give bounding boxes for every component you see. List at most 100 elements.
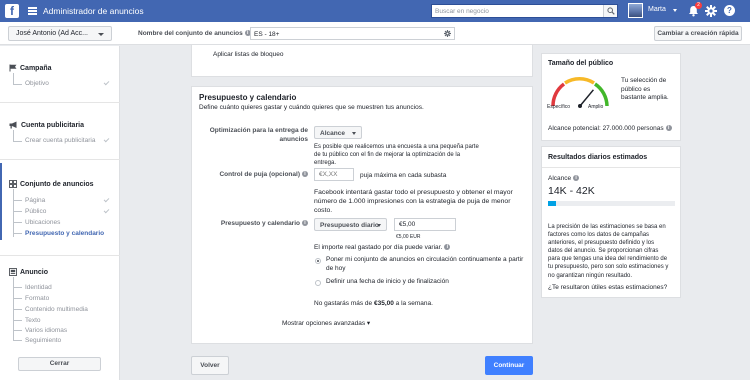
advanced-options-link[interactable]: Mostrar opciones avanzadas ▾ <box>282 320 370 329</box>
gauge-specific-label: Específico <box>547 104 571 110</box>
avatar[interactable] <box>628 3 643 18</box>
schedule-dates-label[interactable]: Definir una fecha de inicio y de finaliz… <box>326 278 449 287</box>
sidebar-item-objective[interactable]: Objetivo <box>25 80 49 87</box>
bid-help: Facebook intentará gastar todo el presup… <box>314 188 513 215</box>
sidebar: Campaña Objetivo Cuenta publicitaria Cre… <box>0 46 120 380</box>
reach-bar-fill <box>548 201 556 206</box>
info-icon[interactable]: i <box>665 125 672 132</box>
tree-branch <box>13 287 22 288</box>
estimates-reach-label-text: Alcance <box>548 175 572 182</box>
quick-creation-button[interactable]: Cambiar a creación rápida <box>654 26 742 41</box>
sidebar-item-format[interactable]: Formato <box>25 295 49 302</box>
estimates-reach-range: 14K - 42K <box>548 185 595 197</box>
estimates-reach-label: Alcance i <box>548 175 580 184</box>
sidebar-section-campaign: Campaña Objetivo <box>0 46 120 103</box>
real-spend-note-text: El importe real gastado por día puede va… <box>314 244 443 251</box>
optimization-dropdown[interactable]: Alcance <box>314 126 362 139</box>
chevron-down-icon <box>377 224 381 227</box>
sidebar-section-adset: Conjunto de anuncios Página Público Ubic… <box>0 160 120 256</box>
disclaimer-line: anteriores, el presupuesto definido y lo… <box>548 240 655 247</box>
optimization-label: Optimización para la entrega de anuncios <box>192 127 308 144</box>
sidebar-item-page[interactable]: Página <box>25 197 45 204</box>
gauge-hub <box>578 104 582 108</box>
tree-branch <box>13 200 22 201</box>
check-icon <box>103 196 110 203</box>
check-icon <box>103 79 110 86</box>
optimization-label-line: anuncios <box>279 135 308 143</box>
chevron-down-icon <box>352 132 356 135</box>
facebook-logo-icon[interactable]: f <box>5 4 19 18</box>
chevron-down-icon[interactable] <box>673 9 677 12</box>
tree-branch <box>13 309 22 310</box>
bid-input[interactable] <box>314 168 354 181</box>
continue-button[interactable]: Continuar <box>485 356 533 375</box>
tree-branch <box>13 84 22 85</box>
sidebar-item-media[interactable]: Contenido multimedia <box>25 306 88 313</box>
sidebar-item-label: Campaña <box>20 64 52 72</box>
schedule-continuous-label[interactable]: Poner mi conjunto de anuncios en circula… <box>326 256 523 273</box>
weekly-note-prefix: No gastarás más de <box>314 300 374 307</box>
sidebar-item-ad-account[interactable]: Cuenta publicitaria <box>9 121 84 129</box>
sidebar-item-budget-schedule[interactable]: Presupuesto y calendario <box>25 230 104 237</box>
info-icon[interactable]: i <box>444 244 451 251</box>
gear-icon[interactable] <box>705 5 717 17</box>
adset-name-label-text: Nombre del conjunto de anuncios <box>138 30 243 37</box>
budget-amount-input[interactable] <box>394 218 456 231</box>
card-audience-size: Tamaño del público Específico Amplio Tu … <box>541 53 681 141</box>
sidebar-item-create-ad-account[interactable]: Crear cuenta publicitaria <box>25 137 95 144</box>
budget-label: Presupuesto y calendario i <box>192 220 308 227</box>
sidebar-item-adset[interactable]: Conjunto de anuncios <box>9 180 94 188</box>
check-icon <box>103 207 110 214</box>
adset-name-input[interactable] <box>254 29 439 39</box>
tree-line <box>13 73 14 84</box>
budget-type-value: Presupuesto diario <box>320 221 379 229</box>
blocklist-link[interactable]: Aplicar listas de bloqueo <box>213 51 283 60</box>
info-icon[interactable]: i <box>302 171 308 178</box>
audience-title: Tamaño del público <box>548 60 614 67</box>
check-icon <box>103 136 110 143</box>
gear-icon[interactable] <box>444 30 451 37</box>
audience-description: Tu selección de público es bastante ampl… <box>621 77 669 103</box>
audience-description-line: bastante amplia. <box>621 94 669 101</box>
app-title[interactable]: Administrador de anuncios <box>43 6 144 16</box>
card-budget-schedule: Presupuesto y calendario Define cuánto q… <box>191 86 533 344</box>
help-icon[interactable]: ? <box>724 5 735 16</box>
sidebar-item-text[interactable]: Texto <box>25 317 41 324</box>
weekly-amount: €35,00 <box>373 300 394 307</box>
menu-icon[interactable] <box>28 7 37 15</box>
sidebar-item-placements[interactable]: Ubicaciones <box>25 219 60 226</box>
back-button[interactable]: Volver <box>191 356 229 375</box>
potential-reach-label: Alcance potencial: <box>548 125 603 132</box>
potential-reach-value: 27.000.000 personas <box>602 125 664 132</box>
user-name[interactable]: Marta <box>648 6 666 13</box>
sidebar-item-tracking[interactable]: Seguimiento <box>25 337 61 344</box>
sidebar-item-identity[interactable]: Identidad <box>25 284 52 291</box>
sidebar-item-languages[interactable]: Varios idiomas <box>25 327 67 334</box>
sidebar-item-campaign[interactable]: Campaña <box>9 64 52 72</box>
tree-line <box>13 189 14 237</box>
disclaimer-line: para que tengas una idea del rendimiento… <box>548 256 668 263</box>
estimates-disclaimer: La precisión de las estimaciones se basa… <box>548 223 668 280</box>
sidebar-item-label: Cuenta publicitaria <box>21 121 85 129</box>
sidebar-section-ad-account: Cuenta publicitaria Crear cuenta publici… <box>0 103 120 160</box>
sidebar-item-ad[interactable]: Anuncio <box>9 268 48 276</box>
schedule-dates-radio[interactable] <box>315 280 321 286</box>
sidebar-item-audience[interactable]: Público <box>25 208 46 215</box>
chevron-down-icon <box>98 33 104 36</box>
search-button[interactable] <box>603 5 617 17</box>
optimization-help: Es posible que realicemos una encuesta a… <box>314 143 479 167</box>
gauge-broad-label: Amplio <box>588 104 604 110</box>
info-icon[interactable]: i <box>573 175 580 182</box>
info-icon[interactable]: i <box>302 220 308 227</box>
schedule-continuous-radio[interactable] <box>315 258 321 264</box>
estimates-feedback-link[interactable]: ¿Te resultaron útiles estas estimaciones… <box>548 284 667 293</box>
card-placements: Aplicar listas de bloqueo <box>191 45 533 77</box>
tree-branch <box>13 141 22 142</box>
bid-control-label: Control de puja (opcional) i <box>192 171 308 178</box>
ad-account-selector[interactable]: José Antonio (Ad Acc... <box>8 26 112 41</box>
close-button[interactable]: Cerrar <box>18 357 101 371</box>
tree-branch <box>13 222 22 223</box>
budget-type-dropdown[interactable]: Presupuesto diario <box>314 218 387 231</box>
budget-label-text: Presupuesto y calendario <box>220 220 300 227</box>
search-input[interactable] <box>435 5 603 17</box>
